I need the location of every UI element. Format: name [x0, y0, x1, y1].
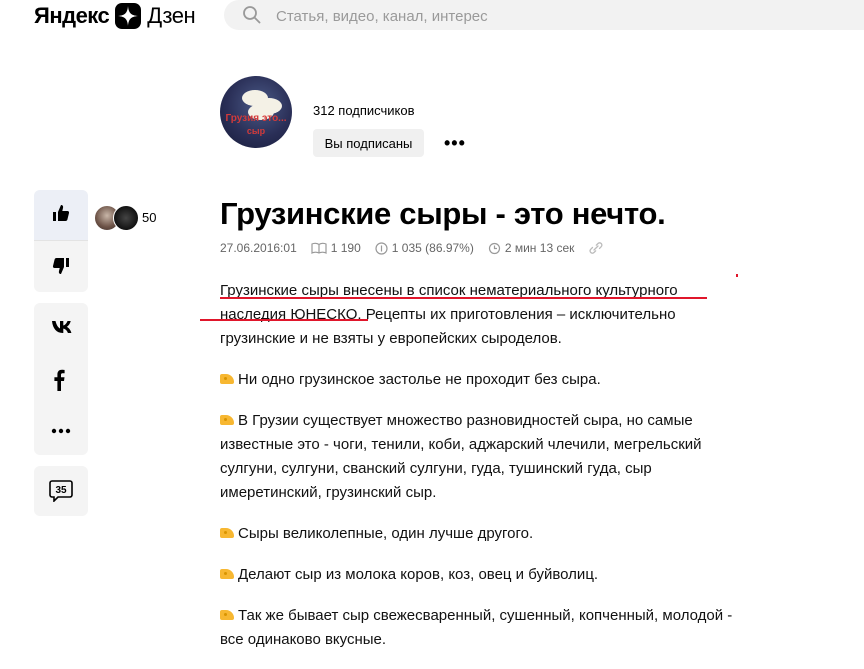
search-bar: [224, 0, 864, 30]
reads-count: 1 035 (86.97%): [391, 241, 474, 255]
share-panel: [34, 303, 88, 455]
red-dot-mark: [736, 274, 738, 277]
search-icon: [242, 5, 262, 30]
cheese-icon: [220, 374, 234, 384]
likes-count: 50: [142, 210, 157, 225]
comments-count: 35: [55, 485, 67, 496]
thumbs-down-icon: [52, 258, 69, 274]
cheese-icon: [220, 569, 234, 579]
read-time-stat: 2 мин 13 сек: [488, 241, 575, 255]
avatar-text-line2: сыр: [246, 126, 266, 136]
views-count: 1 190: [330, 241, 361, 255]
article-title: Грузинские сыры - это нечто.: [220, 196, 666, 231]
channel-more-button[interactable]: •••: [444, 133, 466, 154]
zen-star-icon: [115, 3, 142, 29]
red-underline-mark: [200, 319, 368, 321]
channel-avatar[interactable]: Грузия это... сыр: [220, 76, 292, 148]
vk-share-button[interactable]: [51, 320, 73, 339]
article-paragraph: Делают сыр из молока коров, коз, овец и …: [220, 563, 740, 587]
subscriber-count: 312 подписчиков: [313, 103, 415, 118]
article-paragraph: В Грузии существует множество разновидно…: [220, 412, 702, 501]
thumbs-up-icon: [51, 203, 71, 228]
article-paragraph: Грузинские сыры внесены в список нематер…: [220, 282, 678, 347]
comments-button[interactable]: 35: [34, 466, 88, 516]
article-paragraph: Сыры великолепные, один лучше другого.: [220, 522, 740, 546]
cheese-icon: [220, 610, 234, 620]
more-share-button[interactable]: [51, 421, 71, 439]
reaction-panel: [34, 190, 88, 292]
logo-zen-text: Дзен: [147, 3, 196, 28]
article-paragraph: Так же бывает сыр свежесваренный, сушенн…: [220, 607, 733, 648]
facebook-share-button[interactable]: [53, 369, 65, 396]
copy-link-button[interactable]: [588, 242, 608, 254]
article-body: Грузинские сыры внесены в список нематер…: [220, 279, 740, 669]
search-input[interactable]: [274, 3, 838, 29]
red-underline-mark: [220, 297, 707, 299]
liker-avatar[interactable]: [113, 205, 139, 231]
facebook-icon: [54, 369, 65, 391]
logo-yandex-text: Яндекс: [34, 3, 110, 28]
book-icon: [311, 242, 327, 254]
cheese-icon: [220, 528, 234, 538]
reads-icon: [375, 241, 388, 255]
publish-date: 27.06.2016:01: [220, 241, 297, 255]
link-icon: [589, 242, 603, 254]
dislike-button[interactable]: [51, 256, 71, 281]
article-paragraph: Ни одно грузинское застолье не проходит …: [220, 368, 740, 392]
like-button[interactable]: [34, 190, 88, 240]
comment-icon: 35: [49, 480, 73, 507]
article-meta: 27.06.2016:01 1 190 1 035 (86.97%) 2 мин…: [220, 241, 622, 255]
views-stat: 1 190: [311, 241, 361, 255]
read-time: 2 мин 13 сек: [504, 241, 575, 255]
avatar-text-line1: Грузия это...: [225, 113, 287, 124]
reads-stat: 1 035 (86.97%): [375, 241, 474, 255]
panel-divider: [34, 240, 88, 241]
more-dots-icon: [51, 428, 71, 434]
clock-icon: [488, 242, 500, 254]
cheese-icon: [220, 415, 234, 425]
subscribed-button[interactable]: Вы подписаны: [313, 129, 424, 157]
yandex-zen-logo[interactable]: Яндекс Дзен: [34, 2, 196, 30]
vk-icon: [52, 321, 72, 333]
